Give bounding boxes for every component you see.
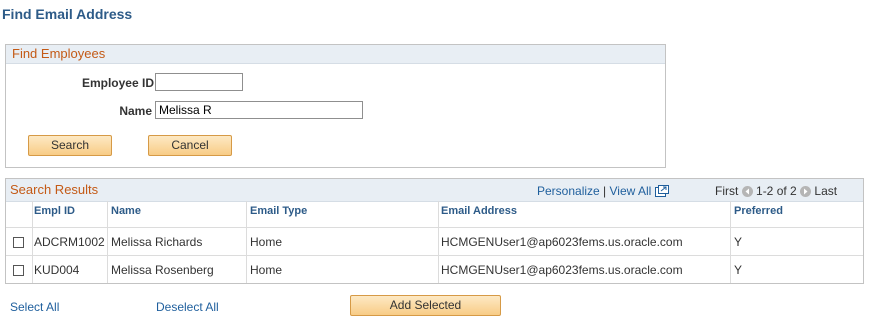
preferred-cell: Y: [734, 263, 743, 277]
arrow-right-circle-icon: [800, 186, 812, 197]
column-divider: [246, 201, 247, 283]
name-cell: Melissa Richards: [111, 235, 203, 249]
personalize-link[interactable]: Personalize: [537, 184, 600, 198]
column-header-email-address[interactable]: Email Address: [441, 205, 517, 217]
search-results-grid: Search Results Personalize | View All Fi…: [5, 178, 864, 284]
email-type-cell: Home: [250, 263, 283, 277]
result-range: 1-2 of 2: [756, 184, 797, 198]
page-title: Find Email Address: [2, 6, 133, 22]
column-divider: [32, 201, 33, 283]
column-header-empl-id[interactable]: Empl ID: [34, 205, 75, 217]
last-label: Last: [814, 184, 838, 198]
add-selected-button[interactable]: Add Selected: [350, 295, 501, 316]
row-select-checkbox[interactable]: [13, 237, 24, 248]
empl-id-cell: ADCRM1002: [34, 235, 105, 249]
search-results-title: Search Results: [10, 182, 99, 197]
grid-window-icon[interactable]: [654, 185, 669, 200]
select-all-link[interactable]: Select All: [10, 300, 59, 314]
employee-id-label: Employee ID: [81, 76, 154, 90]
search-button[interactable]: Search: [28, 135, 112, 156]
arrow-left-circle-icon: [741, 186, 753, 197]
column-divider: [730, 201, 731, 283]
row-divider: [6, 255, 863, 256]
find-employees-header: Find Employees: [6, 45, 665, 64]
row-select-checkbox[interactable]: [13, 265, 24, 276]
preferred-cell: Y: [734, 235, 743, 249]
deselect-all-link[interactable]: Deselect All: [156, 300, 219, 314]
email-address-cell: HCMGENUser1@ap6023fems.us.oracle.com: [441, 263, 683, 277]
employee-id-input[interactable]: [155, 73, 243, 91]
column-divider: [107, 201, 108, 283]
row-divider: [6, 227, 863, 228]
empl-id-cell: KUD004: [34, 263, 80, 277]
search-results-header: Search Results Personalize | View All Fi…: [6, 179, 863, 202]
cancel-button[interactable]: Cancel: [148, 135, 232, 156]
find-employees-group: Find Employees Employee ID Name Search C…: [5, 44, 666, 168]
column-header-name[interactable]: Name: [111, 205, 141, 217]
name-label: Name: [119, 104, 152, 118]
name-input[interactable]: [155, 101, 363, 119]
email-address-cell: HCMGENUser1@ap6023fems.us.oracle.com: [441, 235, 683, 249]
nav-separator: |: [603, 184, 607, 198]
column-divider: [438, 201, 439, 283]
email-type-cell: Home: [250, 235, 283, 249]
column-header-preferred[interactable]: Preferred: [734, 205, 783, 217]
name-cell: Melissa Rosenberg: [111, 263, 214, 277]
first-label: First: [715, 184, 739, 198]
view-all-link[interactable]: View All: [610, 184, 652, 198]
column-header-email-type[interactable]: Email Type: [250, 205, 307, 217]
